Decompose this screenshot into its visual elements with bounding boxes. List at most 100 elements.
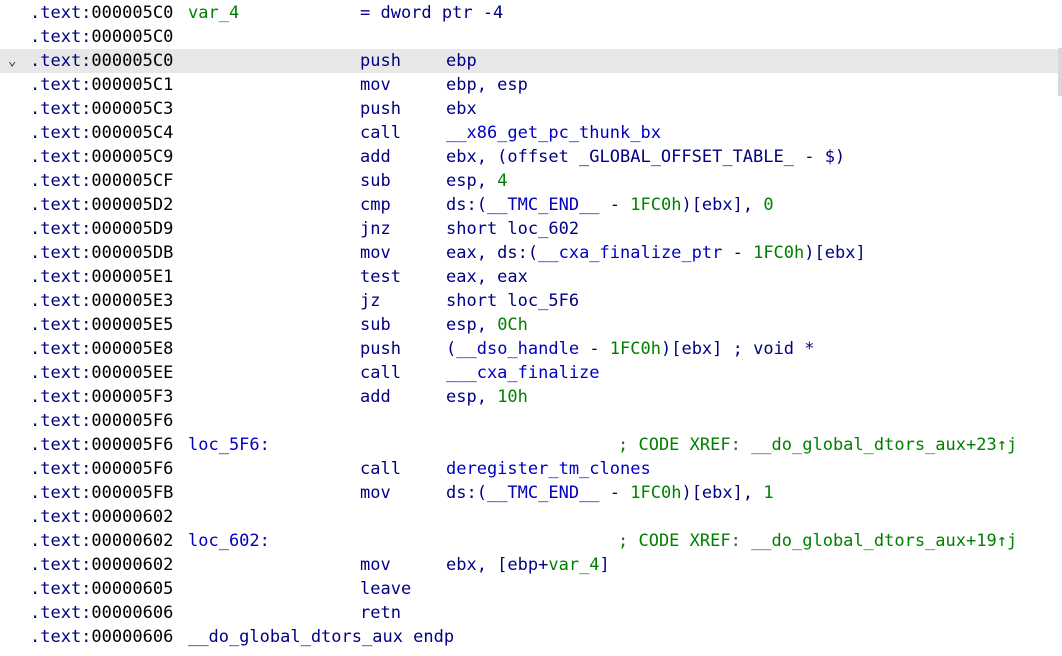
line-address[interactable]: .text:000005C4 bbox=[30, 121, 173, 145]
line-address[interactable]: .text:000005C3 bbox=[30, 97, 173, 121]
instruction-mnemonic[interactable]: leave bbox=[360, 577, 411, 601]
line-address[interactable]: .text:000005E3 bbox=[30, 289, 173, 313]
listing-line[interactable]: .text:000005C0 var_4 = dword ptr -4 bbox=[0, 1, 1062, 25]
listing-line[interactable]: .text:000005C4 call __x86_get_pc_thunk_bx bbox=[0, 121, 1062, 145]
listing-line[interactable]: ⌄ .text:000005C0 push ebp bbox=[0, 49, 1062, 73]
instruction-operands[interactable]: ___cxa_finalize bbox=[446, 361, 600, 385]
instruction-mnemonic[interactable]: sub bbox=[360, 313, 391, 337]
line-address[interactable]: .text:00000606 bbox=[30, 601, 173, 625]
listing-line[interactable]: .text:000005C0 bbox=[0, 25, 1062, 49]
listing-line[interactable]: .text:000005F6 call deregister_tm_clones bbox=[0, 457, 1062, 481]
line-address[interactable]: .text:000005F3 bbox=[30, 385, 173, 409]
line-address[interactable]: .text:000005C9 bbox=[30, 145, 173, 169]
instruction-mnemonic[interactable]: test bbox=[360, 265, 401, 289]
listing-line[interactable]: .text:000005DB mov eax, ds:(__cxa_finalize… bbox=[0, 241, 1062, 265]
instruction-operands[interactable]: eax, ds:(__cxa_finalize_ptr - 1FC0h)[ebx… bbox=[446, 241, 866, 265]
listing-line[interactable]: .text:00000606 retn bbox=[0, 601, 1062, 625]
line-label[interactable]: var_4 bbox=[188, 1, 239, 25]
line-address[interactable]: .text:000005C0 bbox=[30, 49, 173, 73]
listing-line[interactable]: .text:000005C3 push ebx bbox=[0, 97, 1062, 121]
line-address[interactable]: .text:000005C0 bbox=[30, 1, 173, 25]
instruction-operands[interactable]: ebx, (offset _GLOBAL_OFFSET_TABLE_ - $) bbox=[446, 145, 845, 169]
xref-comment[interactable]: ; CODE XREF: __do_global_dtors_aux+23↑j bbox=[618, 433, 1017, 457]
line-address[interactable]: .text:000005F6 bbox=[30, 409, 173, 433]
instruction-operands[interactable]: ds:(__TMC_END__ - 1FC0h)[ebx], 1 bbox=[446, 481, 774, 505]
collapse-chevron-icon[interactable]: ⌄ bbox=[8, 49, 24, 73]
listing-line[interactable]: .text:000005F3 add esp, 10h bbox=[0, 385, 1062, 409]
instruction-mnemonic[interactable]: sub bbox=[360, 169, 391, 193]
listing-line[interactable]: .text:000005EE call ___cxa_finalize bbox=[0, 361, 1062, 385]
instruction-mnemonic[interactable]: call bbox=[360, 457, 401, 481]
instruction-mnemonic[interactable]: retn bbox=[360, 601, 401, 625]
instruction-operands[interactable]: ds:(__TMC_END__ - 1FC0h)[ebx], 0 bbox=[446, 193, 774, 217]
operand-token[interactable]: __TMC_END__ bbox=[487, 195, 600, 215]
line-address[interactable]: .text:000005DB bbox=[30, 241, 173, 265]
operand-token[interactable]: deregister_tm_clones bbox=[446, 459, 651, 479]
instruction-mnemonic[interactable]: mov bbox=[360, 73, 391, 97]
listing-line[interactable]: .text:00000602 bbox=[0, 505, 1062, 529]
instruction-operands[interactable]: deregister_tm_clones bbox=[446, 457, 651, 481]
listing-line[interactable]: .text:000005D2 cmp ds:(__TMC_END__ - 1FC0h… bbox=[0, 193, 1062, 217]
instruction-operands[interactable]: esp, 10h bbox=[446, 385, 528, 409]
line-address[interactable]: .text:000005E5 bbox=[30, 313, 173, 337]
instruction-mnemonic[interactable]: add bbox=[360, 385, 391, 409]
line-address[interactable]: .text:00000602 bbox=[30, 505, 173, 529]
listing-line[interactable]: .text:00000602 loc_602: ; CODE XREF: __do_… bbox=[0, 529, 1062, 553]
instruction-operands[interactable]: ebx bbox=[446, 97, 477, 121]
listing-line[interactable]: .text:000005D9 jnz short loc_602 bbox=[0, 217, 1062, 241]
line-label[interactable]: loc_602: bbox=[188, 529, 270, 553]
listing-line[interactable]: .text:000005F6 loc_5F6: ; CODE XREF: __do_… bbox=[0, 433, 1062, 457]
operand-token[interactable]: __TMC_END__ bbox=[487, 483, 600, 503]
listing-line[interactable]: .text:000005CF sub esp, 4 bbox=[0, 169, 1062, 193]
disassembly-listing[interactable]: .text:000005C0 var_4 = dword ptr -4 .text:0… bbox=[0, 0, 1062, 656]
listing-line[interactable]: .text:00000602 mov ebx, [ebp+var_4] bbox=[0, 553, 1062, 577]
vertical-scrollbar-thumb[interactable] bbox=[1058, 48, 1062, 96]
line-address[interactable]: .text:000005E8 bbox=[30, 337, 173, 361]
line-label[interactable]: loc_5F6: bbox=[188, 433, 270, 457]
instruction-operands[interactable]: short loc_602 bbox=[446, 217, 579, 241]
instruction-operands[interactable]: ebp, esp bbox=[446, 73, 528, 97]
listing-line[interactable]: .text:00000605 leave bbox=[0, 577, 1062, 601]
instruction-mnemonic[interactable]: call bbox=[360, 361, 401, 385]
instruction-operands[interactable]: ebx, [ebp+var_4] bbox=[446, 553, 610, 577]
instruction-operands[interactable]: eax, eax bbox=[446, 265, 528, 289]
instruction-mnemonic[interactable]: jnz bbox=[360, 217, 391, 241]
operand-token[interactable]: __x86_get_pc_thunk_bx bbox=[446, 123, 661, 143]
line-address[interactable]: .text:000005C0 bbox=[30, 25, 173, 49]
listing-line[interactable]: .text:000005F6 bbox=[0, 409, 1062, 433]
line-address[interactable]: .text:00000605 bbox=[30, 577, 173, 601]
instruction-operands[interactable]: ebp bbox=[446, 49, 477, 73]
xref-comment[interactable]: ; CODE XREF: __do_global_dtors_aux+19↑j bbox=[618, 529, 1017, 553]
instruction-mnemonic[interactable]: push bbox=[360, 49, 401, 73]
line-address[interactable]: .text:000005D2 bbox=[30, 193, 173, 217]
listing-line[interactable]: .text:000005E8 push (__dso_handle - 1FC0h)… bbox=[0, 337, 1062, 361]
listing-line[interactable]: .text:000005E3 jz short loc_5F6 bbox=[0, 289, 1062, 313]
listing-line[interactable]: .text:000005FB mov ds:(__TMC_END__ - 1FC0h… bbox=[0, 481, 1062, 505]
line-label[interactable]: __do_global_dtors_aux endp bbox=[188, 625, 454, 649]
instruction-operands[interactable]: __x86_get_pc_thunk_bx bbox=[446, 121, 661, 145]
line-address[interactable]: .text:000005E1 bbox=[30, 265, 173, 289]
operand-token[interactable]: var_4 bbox=[548, 555, 599, 575]
instruction-operands[interactable]: esp, 4 bbox=[446, 169, 507, 193]
line-address[interactable]: .text:00000606 bbox=[30, 625, 173, 649]
instruction-mnemonic[interactable]: mov bbox=[360, 481, 391, 505]
instruction-mnemonic[interactable]: call bbox=[360, 121, 401, 145]
line-address[interactable]: .text:00000602 bbox=[30, 553, 173, 577]
line-address[interactable]: .text:000005EE bbox=[30, 361, 173, 385]
listing-line[interactable]: .text:00000606 __do_global_dtors_aux endp bbox=[0, 625, 1062, 649]
instruction-operands[interactable]: (__dso_handle - 1FC0h)[ebx] ; void * bbox=[446, 337, 815, 361]
operand-token[interactable]: __cxa_finalize_ptr bbox=[538, 243, 722, 263]
line-address[interactable]: .text:000005CF bbox=[30, 169, 173, 193]
instruction-mnemonic[interactable]: push bbox=[360, 97, 401, 121]
listing-line[interactable]: .text:000005E1 test eax, eax bbox=[0, 265, 1062, 289]
line-address[interactable]: .text:00000602 bbox=[30, 529, 173, 553]
instruction-mnemonic[interactable]: push bbox=[360, 337, 401, 361]
instruction-mnemonic[interactable]: jz bbox=[360, 289, 380, 313]
listing-line[interactable]: .text:000005C1 mov ebp, esp bbox=[0, 73, 1062, 97]
line-address[interactable]: .text:000005C1 bbox=[30, 73, 173, 97]
instruction-mnemonic[interactable]: mov bbox=[360, 553, 391, 577]
instruction-operands[interactable]: esp, 0Ch bbox=[446, 313, 528, 337]
listing-line[interactable]: .text:000005E5 sub esp, 0Ch bbox=[0, 313, 1062, 337]
line-address[interactable]: .text:000005F6 bbox=[30, 457, 173, 481]
line-address[interactable]: .text:000005D9 bbox=[30, 217, 173, 241]
